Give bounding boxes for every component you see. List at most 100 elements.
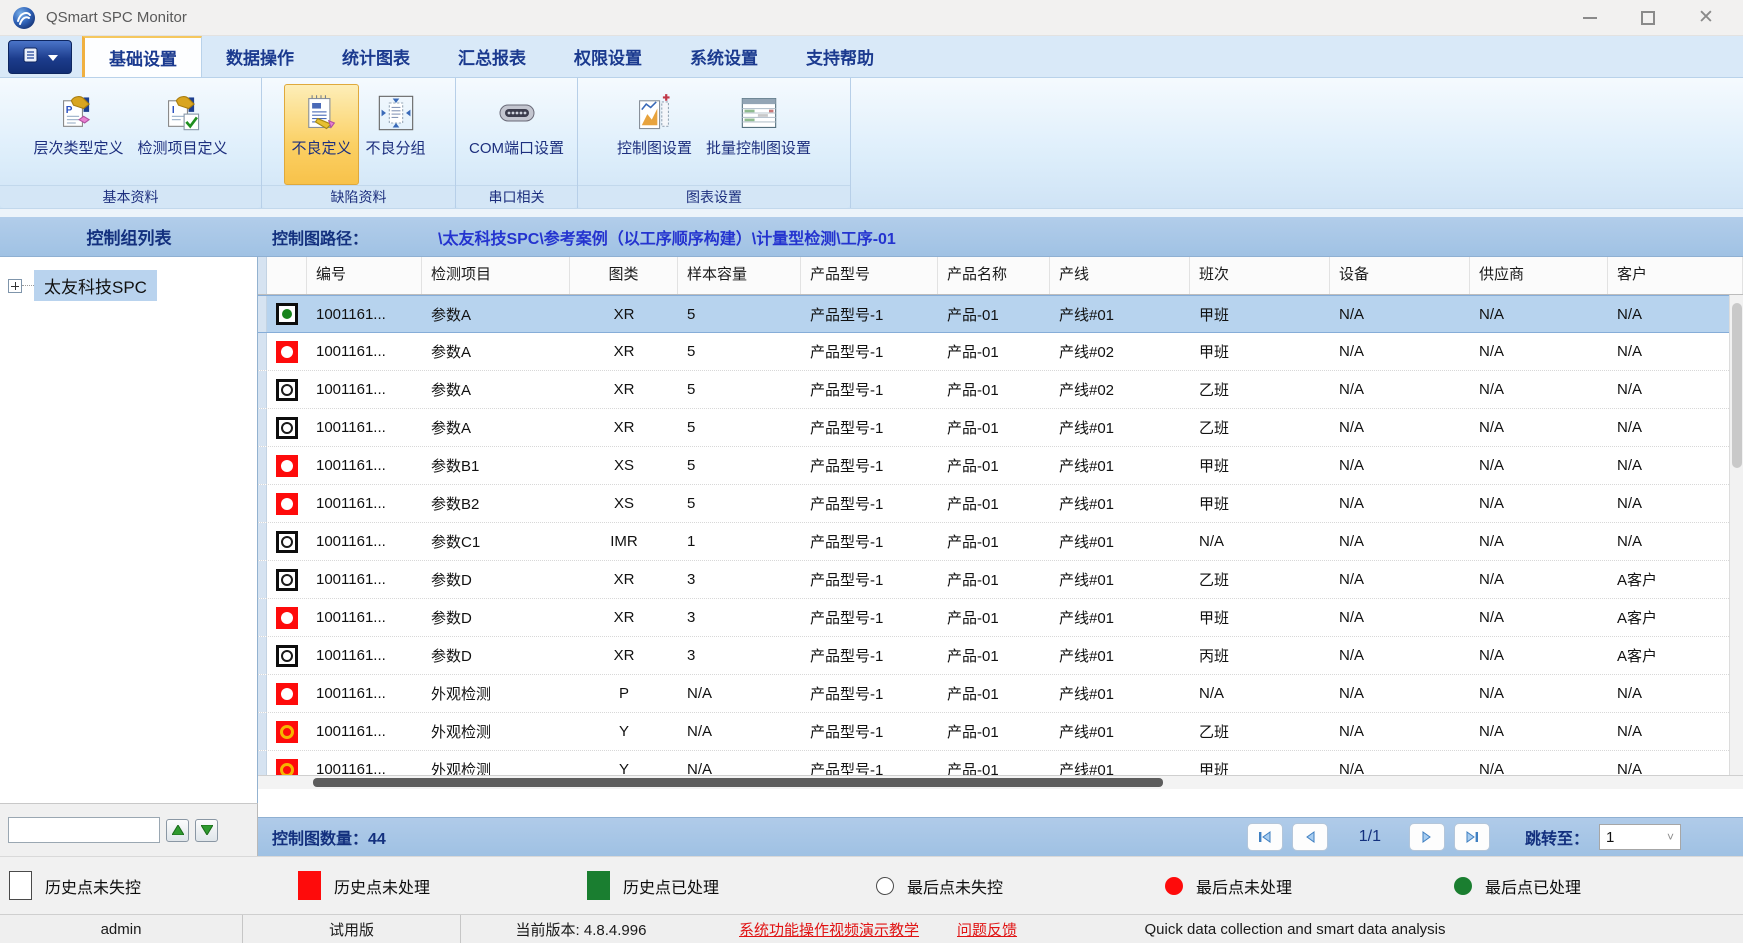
feedback-link[interactable]: 问题反馈	[957, 919, 1017, 940]
table-cell: IMR	[570, 523, 678, 560]
table-cell: 1001161...	[307, 675, 422, 712]
table-cell: 产品型号-1	[801, 296, 938, 332]
inspection-item-define-button[interactable]: I 检测项目定义	[131, 84, 235, 185]
row-status-cell	[267, 561, 307, 598]
status-outline-icon	[276, 379, 298, 401]
table-cell: XR	[570, 599, 678, 636]
maximize-button[interactable]	[1619, 1, 1677, 35]
vertical-scrollbar[interactable]	[1729, 295, 1743, 775]
column-header[interactable]: 检测项目	[422, 257, 570, 294]
table-cell: XR	[570, 561, 678, 598]
table-cell: N/A	[1330, 333, 1470, 370]
table-row[interactable]: 1001161...参数DXR3产品型号-1产品-01产线#01乙班N/AN/A…	[258, 561, 1743, 599]
table-row[interactable]: 1001161...外观检测YN/A产品型号-1产品-01产线#01乙班N/AN…	[258, 713, 1743, 751]
legend-label: 历史点未处理	[334, 874, 430, 898]
table-row[interactable]: 1001161...参数AXR5产品型号-1产品-01产线#02甲班N/AN/A…	[258, 333, 1743, 371]
table-cell: 产线#02	[1050, 333, 1190, 370]
tab-statistics-charts[interactable]: 统计图表	[318, 36, 434, 77]
column-header[interactable]: 班次	[1190, 257, 1330, 294]
table-cell: N/A	[678, 713, 801, 750]
table-cell: N/A	[1470, 409, 1608, 446]
prev-page-button[interactable]	[1292, 823, 1328, 851]
row-status-cell	[267, 371, 307, 408]
tab-system-settings[interactable]: 系统设置	[666, 36, 782, 77]
defect-define-button[interactable]: 不良定义	[284, 84, 358, 185]
column-header[interactable]: 产线	[1050, 257, 1190, 294]
com-port-settings-button[interactable]: COM端口设置	[462, 84, 571, 185]
first-page-button[interactable]	[1247, 823, 1283, 851]
tree-node-label[interactable]: 太友科技SPC	[34, 270, 157, 301]
close-button[interactable]: ✕	[1677, 1, 1735, 35]
app-menu-button[interactable]	[8, 40, 72, 74]
table-cell: N/A	[1190, 675, 1330, 712]
table-cell: P	[570, 675, 678, 712]
table-row[interactable]: 1001161...参数AXR5产品型号-1产品-01产线#02乙班N/AN/A…	[258, 371, 1743, 409]
table-cell: 产线#01	[1050, 523, 1190, 560]
table-row[interactable]: 1001161...参数AXR5产品型号-1产品-01产线#01甲班N/AN/A…	[258, 295, 1743, 333]
tab-basic-settings[interactable]: 基础设置	[82, 36, 202, 77]
row-status-cell	[267, 333, 307, 370]
video-tutorial-link[interactable]: 系统功能操作视频演示教学	[739, 919, 919, 940]
horizontal-scrollbar[interactable]	[258, 775, 1743, 789]
table-cell: A客户	[1608, 561, 1743, 598]
column-header[interactable]: 产品型号	[801, 257, 938, 294]
table-cell: N/A	[1470, 333, 1608, 370]
window-title: QSmart SPC Monitor	[46, 9, 187, 26]
table-cell: N/A	[1470, 713, 1608, 750]
table-row[interactable]: 1001161...外观检测PN/A产品型号-1产品-01产线#01N/AN/A…	[258, 675, 1743, 713]
hierarchy-type-define-button[interactable]: P 层次类型定义	[26, 84, 130, 185]
table-cell: N/A	[1470, 561, 1608, 598]
table-row[interactable]: 1001161...参数B2XS5产品型号-1产品-01产线#01甲班N/AN/…	[258, 485, 1743, 523]
column-header[interactable]: 设备	[1330, 257, 1470, 294]
vertical-scrollbar-thumb[interactable]	[1732, 303, 1742, 468]
column-header[interactable]: 编号	[307, 257, 422, 294]
table-cell: 产品-01	[938, 333, 1050, 370]
control-chart-settings-button[interactable]: 控制图设置	[610, 84, 699, 185]
move-down-button[interactable]	[195, 819, 218, 842]
table-cell: N/A	[1190, 523, 1330, 560]
table-cell: N/A	[1330, 599, 1470, 636]
chart-count-value: 44	[368, 831, 386, 848]
ribbon-group-defect-data: 不良定义 不良分组 缺陷资料	[262, 78, 456, 208]
move-up-button[interactable]	[166, 819, 189, 842]
table-cell: 产品型号-1	[801, 561, 938, 598]
column-header[interactable]: 客户	[1608, 257, 1743, 294]
table-cell: 产品型号-1	[801, 447, 938, 484]
tree-expand-icon[interactable]	[8, 279, 22, 293]
legend-label: 历史点已处理	[623, 874, 719, 898]
horizontal-scrollbar-thumb[interactable]	[313, 778, 1163, 787]
table-cell: A客户	[1608, 599, 1743, 636]
last-page-button[interactable]	[1454, 823, 1490, 851]
tab-summary-reports[interactable]: 汇总报表	[434, 36, 550, 77]
ribbon-group-basic-data: P 层次类型定义 I	[0, 78, 262, 208]
table-row[interactable]: 1001161...参数DXR3产品型号-1产品-01产线#01甲班N/AN/A…	[258, 599, 1743, 637]
table-row[interactable]: 1001161...参数AXR5产品型号-1产品-01产线#01乙班N/AN/A…	[258, 409, 1743, 447]
batch-control-chart-settings-button[interactable]: 批量控制图设置	[699, 84, 818, 185]
group-filter-input[interactable]	[8, 817, 160, 843]
table-cell: XR	[570, 371, 678, 408]
table-cell: N/A	[1470, 637, 1608, 674]
column-header[interactable]: 图类	[570, 257, 678, 294]
legend-circle-icon	[876, 877, 894, 895]
column-header-status[interactable]	[267, 257, 307, 294]
column-header[interactable]: 供应商	[1470, 257, 1608, 294]
tree-node[interactable]: 太友科技SPC	[0, 270, 257, 301]
tab-permission-settings[interactable]: 权限设置	[550, 36, 666, 77]
row-status-cell	[267, 675, 307, 712]
table-row[interactable]: 1001161...参数B1XS5产品型号-1产品-01产线#01甲班N/AN/…	[258, 447, 1743, 485]
column-header[interactable]: 样本容量	[678, 257, 801, 294]
defect-group-button[interactable]: 不良分组	[359, 84, 433, 185]
column-header[interactable]: 产品名称	[938, 257, 1050, 294]
table-row[interactable]: 1001161...参数DXR3产品型号-1产品-01产线#01丙班N/AN/A…	[258, 637, 1743, 675]
tab-data-operation[interactable]: 数据操作	[202, 36, 318, 77]
table-cell: Y	[570, 751, 678, 775]
jump-to-select[interactable]: 1 ˅	[1599, 824, 1681, 850]
table-cell: 1001161...	[307, 523, 422, 560]
table-row[interactable]: 1001161...参数C1IMR1产品型号-1产品-01产线#01N/AN/A…	[258, 523, 1743, 561]
table-row[interactable]: 1001161...外观检测YN/A产品型号-1产品-01产线#01甲班N/AN…	[258, 751, 1743, 775]
minimize-button[interactable]	[1561, 1, 1619, 35]
ribbon-button-label: COM端口设置	[469, 137, 564, 158]
tab-support-help[interactable]: 支持帮助	[782, 36, 898, 77]
table-cell: 产品-01	[938, 675, 1050, 712]
next-page-button[interactable]	[1409, 823, 1445, 851]
